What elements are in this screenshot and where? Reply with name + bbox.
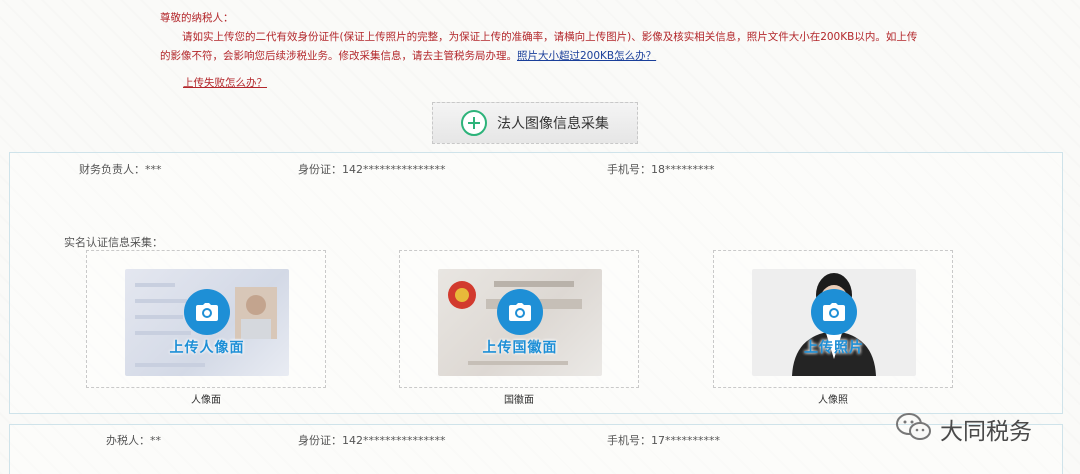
upload-failed-help-link[interactable]: 上传失败怎么办？	[183, 75, 267, 90]
upload-emblem-side[interactable]: 上传国徽面	[399, 250, 639, 388]
portrait-side-caption: 人像面	[191, 395, 221, 406]
page: 尊敬的纳税人： 请如实上传您的二代有效身份证件(保证上传照片的完整，为保证上传的…	[0, 0, 1080, 474]
finance-name-label: 财务负责人：	[79, 163, 145, 176]
realname-section-label: 实名认证信息采集：	[64, 236, 163, 249]
finance-phone-label: 手机号：	[607, 163, 651, 176]
watermark: 大同税务	[896, 412, 1032, 446]
notice-greeting: 尊敬的纳税人：	[160, 12, 234, 24]
taxer-name-label: 办税人：	[106, 434, 150, 447]
taxer-name-value: **	[150, 434, 161, 447]
emblem-side-caption: 国徽面	[504, 395, 534, 406]
upload-overlay-label: 上传人像面	[169, 340, 245, 356]
portrait-photo-caption: 人像照	[818, 395, 848, 406]
id-front-placeholder: 上传人像面	[125, 269, 289, 376]
collect-button-label: 法人图像信息采集	[497, 116, 609, 132]
notice: 尊敬的纳税人： 请如实上传您的二代有效身份证件(保证上传照片的完整，为保证上传的…	[160, 9, 920, 66]
taxer-id: 身份证：142***************	[298, 432, 446, 448]
upload-portrait-photo[interactable]: 上传照片	[713, 250, 953, 388]
taxer-phone-label: 手机号：	[607, 434, 651, 447]
upload-overlay-label: 上传国徽面	[482, 340, 558, 356]
wechat-icon	[896, 412, 932, 446]
taxer-id-value: 142***************	[342, 434, 446, 447]
portrait-photo-placeholder: 上传照片	[752, 269, 916, 376]
camera-icon	[497, 288, 543, 335]
size-help-link[interactable]: 照片大小超过200KB怎么办？	[517, 50, 656, 62]
taxer-id-label: 身份证：	[298, 434, 342, 447]
plus-circle-icon	[461, 110, 487, 136]
watermark-text: 大同税务	[940, 419, 1032, 445]
taxer-phone: 手机号：17**********	[607, 432, 720, 448]
upload-overlay-label: 上传照片	[804, 340, 864, 356]
finance-phone: 手机号：18*********	[607, 161, 715, 177]
id-back-placeholder: 上传国徽面	[438, 269, 602, 376]
finance-name: 财务负责人：***	[79, 161, 162, 177]
camera-icon	[811, 288, 857, 335]
camera-icon	[184, 288, 230, 335]
taxer-phone-value: 17**********	[651, 434, 720, 447]
finance-id-label: 身份证：	[298, 163, 342, 176]
legal-image-collect-button[interactable]: 法人图像信息采集	[432, 102, 638, 144]
finance-id: 身份证：142***************	[298, 161, 446, 177]
notice-body: 请如实上传您的二代有效身份证件(保证上传照片的完整，为保证上传的准确率，请横向上…	[160, 28, 920, 66]
taxer-name: 办税人：**	[106, 432, 161, 448]
upload-portrait-side[interactable]: 上传人像面	[86, 250, 326, 388]
finance-name-value: ***	[145, 163, 162, 176]
finance-phone-value: 18*********	[651, 163, 715, 176]
finance-id-value: 142***************	[342, 163, 446, 176]
